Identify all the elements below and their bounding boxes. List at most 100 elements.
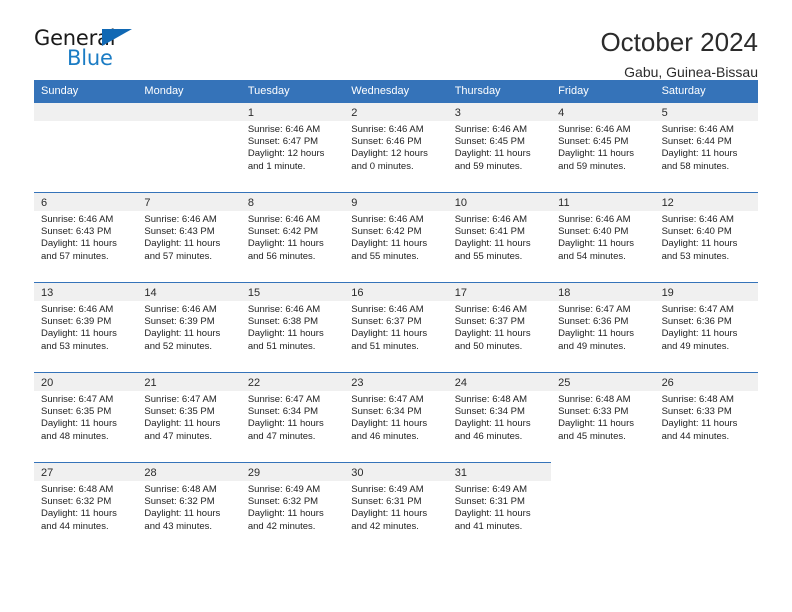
day-cell[interactable]: 15 Sunrise: 6:46 AM Sunset: 6:38 PM Dayligh… bbox=[240, 282, 345, 372]
detail-daylight-line2: and 57 minutes. bbox=[144, 250, 213, 262]
calendar-week-row: 13 Sunrise: 6:46 AM Sunset: 6:39 PM Dayligh… bbox=[34, 282, 758, 372]
weekday-header-friday: Friday bbox=[558, 85, 589, 97]
day-number: 27 bbox=[41, 467, 54, 479]
day-number: 8 bbox=[247, 197, 254, 209]
detail-sunset: Sunset: 6:40 PM bbox=[558, 226, 629, 238]
detail-daylight-line2: and 55 minutes. bbox=[351, 250, 419, 262]
detail-daylight-line2: and 52 minutes. bbox=[144, 340, 213, 352]
day-cell[interactable]: 29 Sunrise: 6:49 AM Sunset: 6:32 PM Dayligh… bbox=[240, 462, 345, 552]
day-cell[interactable]: 18 Sunrise: 6:47 AM Sunset: 6:36 PM Dayligh… bbox=[551, 282, 655, 372]
day-number-bar: 18 bbox=[551, 283, 655, 301]
detail-daylight-line1: Daylight: 12 hours bbox=[351, 148, 428, 160]
day-number: 2 bbox=[351, 107, 358, 119]
day-cell[interactable]: 8 Sunrise: 6:46 AM Sunset: 6:42 PM Daylight… bbox=[240, 192, 345, 282]
day-cell[interactable]: 14 Sunrise: 6:46 AM Sunset: 6:39 PM Dayligh… bbox=[137, 282, 241, 372]
day-cell[interactable]: 23 Sunrise: 6:47 AM Sunset: 6:34 PM Dayligh… bbox=[344, 372, 448, 462]
day-cell[interactable]: 20 Sunrise: 6:47 AM Sunset: 6:35 PM Dayligh… bbox=[34, 372, 138, 462]
detail-sunset: Sunset: 6:45 PM bbox=[454, 136, 525, 148]
day-number-bar: 4 bbox=[551, 103, 655, 121]
day-cell[interactable]: 5 Sunrise: 6:46 AM Sunset: 6:44 PM Daylight… bbox=[654, 102, 758, 192]
detail-sunrise: Sunrise: 6:48 AM bbox=[661, 394, 734, 405]
calendar-body: 1 Sunrise: 6:46 AM Sunset: 6:47 PM Daylight… bbox=[34, 102, 758, 552]
detail-sunrise: Sunrise: 6:46 AM bbox=[661, 214, 734, 225]
detail-daylight-line1: Daylight: 11 hours bbox=[454, 418, 531, 430]
detail-daylight-line2: and 47 minutes. bbox=[247, 430, 316, 442]
day-cell[interactable]: 1 Sunrise: 6:46 AM Sunset: 6:47 PM Daylight… bbox=[240, 102, 345, 192]
day-cell[interactable]: 30 Sunrise: 6:49 AM Sunset: 6:31 PM Dayligh… bbox=[344, 462, 448, 552]
day-cell[interactable]: 11 Sunrise: 6:46 AM Sunset: 6:40 PM Dayligh… bbox=[551, 192, 655, 282]
detail-daylight-line1: Daylight: 11 hours bbox=[661, 148, 738, 160]
detail-daylight-line2: and 44 minutes. bbox=[661, 430, 730, 442]
day-number-bar: 8 bbox=[240, 193, 345, 211]
detail-sunset: Sunset: 6:42 PM bbox=[247, 226, 319, 238]
detail-sunrise: Sunrise: 6:48 AM bbox=[558, 394, 631, 405]
day-details: Sunrise: 6:46 AM Sunset: 6:37 PM Daylight:… bbox=[448, 301, 551, 353]
weekday-header-saturday: Saturday bbox=[661, 85, 706, 97]
day-number: 12 bbox=[661, 197, 674, 209]
detail-sunset: Sunset: 6:47 PM bbox=[247, 136, 319, 148]
detail-daylight-line2: and 49 minutes. bbox=[661, 340, 730, 352]
detail-daylight-line1: Daylight: 11 hours bbox=[661, 328, 738, 340]
detail-daylight-line1: Daylight: 11 hours bbox=[558, 148, 635, 160]
day-details: Sunrise: 6:46 AM Sunset: 6:40 PM Daylight:… bbox=[655, 211, 758, 263]
day-cell[interactable]: 4 Sunrise: 6:46 AM Sunset: 6:45 PM Daylight… bbox=[551, 102, 655, 192]
day-cell[interactable]: 12 Sunrise: 6:46 AM Sunset: 6:40 PM Dayligh… bbox=[654, 192, 758, 282]
day-cell[interactable]: 10 Sunrise: 6:46 AM Sunset: 6:41 PM Dayligh… bbox=[447, 192, 552, 282]
logo-text-blue: Blue bbox=[67, 46, 113, 70]
day-cell[interactable]: 2 Sunrise: 6:46 AM Sunset: 6:46 PM Daylight… bbox=[344, 102, 448, 192]
day-cell[interactable]: 7 Sunrise: 6:46 AM Sunset: 6:43 PM Daylight… bbox=[137, 192, 241, 282]
day-cell-empty bbox=[34, 102, 138, 192]
detail-daylight-line1: Daylight: 11 hours bbox=[454, 328, 531, 340]
detail-sunrise: Sunrise: 6:46 AM bbox=[454, 304, 528, 315]
detail-daylight-line2: and 55 minutes. bbox=[454, 250, 523, 262]
day-details: Sunrise: 6:48 AM Sunset: 6:33 PM Daylight:… bbox=[551, 391, 654, 443]
day-number-bar: 16 bbox=[344, 283, 448, 301]
day-cell[interactable]: 26 Sunrise: 6:48 AM Sunset: 6:33 PM Dayligh… bbox=[654, 372, 758, 462]
day-cell[interactable]: 28 Sunrise: 6:48 AM Sunset: 6:32 PM Dayligh… bbox=[137, 462, 241, 552]
day-number-bar: 17 bbox=[447, 283, 552, 301]
day-cell[interactable]: 17 Sunrise: 6:46 AM Sunset: 6:37 PM Dayligh… bbox=[447, 282, 552, 372]
day-cell[interactable]: 3 Sunrise: 6:46 AM Sunset: 6:45 PM Daylight… bbox=[447, 102, 552, 192]
detail-sunrise: Sunrise: 6:46 AM bbox=[351, 304, 424, 315]
weekday-header-sunday: Sunday bbox=[41, 85, 79, 97]
detail-daylight-line2: and 43 minutes. bbox=[144, 520, 213, 532]
detail-daylight-line1: Daylight: 11 hours bbox=[41, 328, 117, 340]
day-cell[interactable]: 27 Sunrise: 6:48 AM Sunset: 6:32 PM Dayligh… bbox=[34, 462, 138, 552]
day-number-bar bbox=[34, 103, 138, 121]
detail-sunrise: Sunrise: 6:49 AM bbox=[454, 484, 528, 495]
day-cell[interactable]: 13 Sunrise: 6:46 AM Sunset: 6:39 PM Dayligh… bbox=[34, 282, 138, 372]
detail-sunset: Sunset: 6:34 PM bbox=[351, 406, 422, 418]
generalblue-logo[interactable]: General Blue bbox=[34, 26, 164, 72]
day-cell[interactable]: 6 Sunrise: 6:46 AM Sunset: 6:43 PM Daylight… bbox=[34, 192, 138, 282]
calendar-week-row: 27 Sunrise: 6:48 AM Sunset: 6:32 PM Dayligh… bbox=[34, 462, 758, 552]
detail-sunset: Sunset: 6:32 PM bbox=[247, 496, 319, 508]
detail-sunset: Sunset: 6:32 PM bbox=[144, 496, 215, 508]
detail-daylight-line1: Daylight: 11 hours bbox=[144, 508, 221, 520]
day-number: 19 bbox=[661, 287, 674, 299]
day-details: Sunrise: 6:46 AM Sunset: 6:45 PM Daylight:… bbox=[551, 121, 654, 173]
day-cell[interactable]: 22 Sunrise: 6:47 AM Sunset: 6:34 PM Dayligh… bbox=[240, 372, 345, 462]
day-cell[interactable]: 19 Sunrise: 6:47 AM Sunset: 6:36 PM Dayligh… bbox=[654, 282, 758, 372]
detail-sunrise: Sunrise: 6:47 AM bbox=[247, 394, 321, 405]
detail-daylight-line1: Daylight: 11 hours bbox=[558, 238, 635, 250]
day-details: Sunrise: 6:46 AM Sunset: 6:42 PM Daylight:… bbox=[344, 211, 447, 263]
day-number-bar: 14 bbox=[137, 283, 241, 301]
day-details: Sunrise: 6:46 AM Sunset: 6:39 PM Daylight:… bbox=[34, 301, 137, 353]
detail-daylight-line2: and 42 minutes. bbox=[351, 520, 419, 532]
calendar-page: General Blue October 2024 Gabu, Guinea-B… bbox=[0, 0, 792, 612]
day-cell[interactable]: 31 Sunrise: 6:49 AM Sunset: 6:31 PM Dayligh… bbox=[447, 462, 552, 552]
detail-sunrise: Sunrise: 6:46 AM bbox=[247, 124, 321, 135]
detail-sunrise: Sunrise: 6:47 AM bbox=[41, 394, 114, 405]
day-cell[interactable]: 21 Sunrise: 6:47 AM Sunset: 6:35 PM Dayligh… bbox=[137, 372, 241, 462]
detail-sunset: Sunset: 6:35 PM bbox=[144, 406, 215, 418]
day-number: 6 bbox=[41, 197, 48, 209]
day-details: Sunrise: 6:47 AM Sunset: 6:36 PM Daylight:… bbox=[551, 301, 654, 353]
detail-daylight-line2: and 56 minutes. bbox=[247, 250, 316, 262]
detail-daylight-line1: Daylight: 11 hours bbox=[144, 418, 221, 430]
day-cell[interactable]: 25 Sunrise: 6:48 AM Sunset: 6:33 PM Dayligh… bbox=[551, 372, 655, 462]
day-cell[interactable]: 9 Sunrise: 6:46 AM Sunset: 6:42 PM Daylight… bbox=[344, 192, 448, 282]
day-cell[interactable]: 16 Sunrise: 6:46 AM Sunset: 6:37 PM Dayligh… bbox=[344, 282, 448, 372]
day-details: Sunrise: 6:47 AM Sunset: 6:35 PM Daylight:… bbox=[137, 391, 240, 443]
day-cell[interactable]: 24 Sunrise: 6:48 AM Sunset: 6:34 PM Dayligh… bbox=[447, 372, 552, 462]
day-number-bar: 21 bbox=[137, 373, 241, 391]
